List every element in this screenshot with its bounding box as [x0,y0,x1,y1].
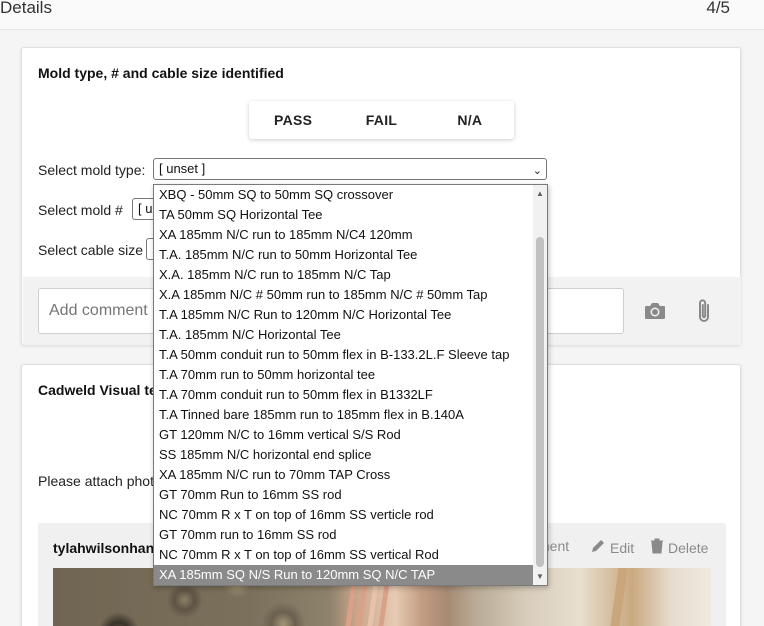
mold-type-dropdown-list[interactable]: XBQ - 50mm SQ to 50mm SQ crossover TA 50m… [153,184,548,586]
dropdown-option[interactable]: T.A 185mm N/C Run to 120mm N/C Horizonta… [154,305,534,325]
pencil-icon [590,538,606,557]
scroll-down-arrow-icon[interactable]: ▼ [536,572,544,581]
pass-fail-na-group: PASS FAIL N/A [249,101,514,139]
dropdown-option[interactable]: XBQ - 50mm SQ to 50mm SQ crossover [154,185,534,205]
photo-edit-label: Edit [610,539,635,556]
card-title: Mold type, # and cable size identified [38,65,284,81]
dropdown-option[interactable]: XA 185mm SQ N/S Run to 120mm SQ N/C TAP [154,565,534,585]
dropdown-option[interactable]: GT 70mm run to 16mm SS rod [154,525,534,545]
dropdown-option[interactable]: T.A Tinned bare 185mm run to 185mm flex … [154,405,534,425]
mold-number-value: [ u [138,201,153,216]
dropdown-option[interactable]: T.A. 185mm N/C Horizontal Tee [154,325,534,345]
step-counter: 4/5 [706,0,730,17]
cable-size-label: Select cable size [38,242,144,258]
mold-number-label: Select mold # [38,202,123,218]
photo-delete-button[interactable]: Delete [650,538,708,557]
camera-icon[interactable] [643,301,667,326]
dropdown-option[interactable]: T.A 50mm conduit run to 50mm flex in B-1… [154,345,534,365]
dropdown-option[interactable]: X.A 185mm N/C # 50mm run to 185mm N/C # … [154,285,534,305]
dropdown-option[interactable]: NC 70mm R x T on top of 16mm SS vertical… [154,545,534,565]
dropdown-option[interactable]: SS 185mm N/C horizontal end splice [154,445,534,465]
details-header: Details 4/5 [0,0,764,30]
dropdown-option[interactable]: GT 70mm Run to 16mm SS rod [154,485,534,505]
fail-button[interactable]: FAIL [337,101,425,139]
mold-type-select[interactable]: [ unset ] ⌄ [153,158,547,180]
dropdown-option[interactable]: X.A. 185mm N/C run to 185mm N/C Tap [154,265,534,285]
scroll-up-arrow-icon[interactable]: ▲ [536,189,544,198]
page-title: Details [0,0,52,17]
dropdown-options: XBQ - 50mm SQ to 50mm SQ crossover TA 50m… [154,185,534,585]
dropdown-option[interactable]: TA 50mm SQ Horizontal Tee [154,205,534,225]
paperclip-icon[interactable] [695,297,713,330]
dropdown-option[interactable]: XA 185mm N/C run to 185mm N/C4 120mm [154,225,534,245]
attach-photo-label: Please attach photo [38,473,162,489]
mold-type-value: [ unset ] [159,161,206,176]
card-title: Cadweld Visual te [38,382,157,398]
scrollbar-thumb[interactable] [536,237,544,567]
pass-button[interactable]: PASS [249,101,337,139]
na-button[interactable]: N/A [426,101,514,139]
dropdown-option[interactable]: XA 185mm N/C run to 70mm TAP Cross [154,465,534,485]
dropdown-option[interactable]: T.A 70mm run to 50mm horizontal tee [154,365,534,385]
chevron-down-icon: ⌄ [532,165,542,177]
trash-icon [650,538,664,557]
dropdown-option[interactable]: T.A. 185mm N/C run to 50mm Horizontal Te… [154,245,534,265]
dropdown-option[interactable]: GT 120mm N/C to 16mm vertical S/S Rod [154,425,534,445]
dropdown-option[interactable]: NC 70mm R x T on top of 16mm SS verticle… [154,505,534,525]
mold-type-label: Select mold type: [38,162,146,178]
dropdown-option[interactable]: T.A 70mm conduit run to 50mm flex in B13… [154,385,534,405]
photo-delete-label: Delete [668,539,709,556]
dropdown-scrollbar[interactable]: ▲ ▼ [533,185,547,585]
photo-edit-button[interactable]: Edit [590,538,634,557]
photo-uploader: tylahwilsonhann [53,540,163,556]
